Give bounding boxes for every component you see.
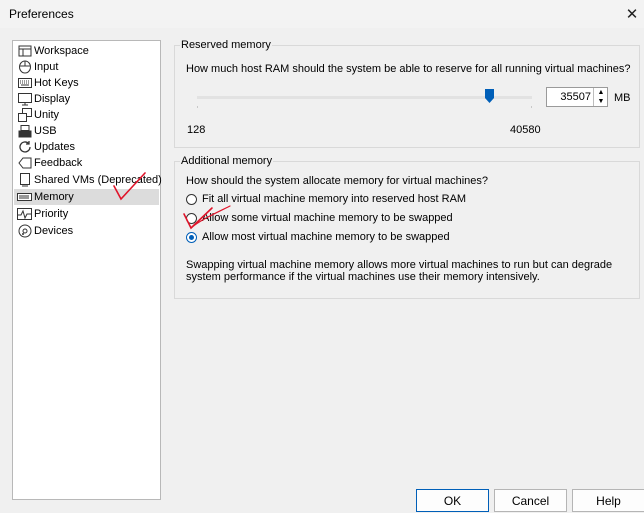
window-title: Preferences (9, 7, 74, 21)
mouse-icon (17, 60, 32, 74)
unity-icon (17, 108, 32, 122)
keyboard-icon (17, 76, 32, 90)
shared-vm-icon (17, 173, 32, 187)
reserved-memory-spinbox[interactable]: 35507 ▲ ▼ (546, 87, 608, 107)
radio-some-swapped-label[interactable]: Allow some virtual machine memory to be … (202, 212, 453, 224)
spin-up-icon[interactable]: ▲ (594, 88, 608, 97)
reserved-memory-slider[interactable] (197, 96, 532, 99)
sidebar-item-workspace[interactable]: Workspace (17, 43, 89, 59)
sidebar-item-display[interactable]: Display (17, 91, 70, 107)
sidebar-item-memory[interactable]: Memory (14, 189, 159, 205)
sidebar-item-shared-vms[interactable]: Shared VMs (Deprecated) (17, 172, 162, 188)
sidebar-item-label: Hot Keys (34, 77, 79, 89)
sidebar-item-usb[interactable]: USB (17, 123, 57, 139)
slider-max-label: 40580 (510, 124, 541, 136)
category-list[interactable]: Workspace Input Hot Keys Display Unity U… (12, 40, 162, 500)
sidebar-item-feedback[interactable]: Feedback (17, 155, 82, 171)
sidebar-item-label: Display (34, 93, 71, 105)
sidebar-item-input[interactable]: Input (17, 59, 58, 75)
sidebar-item-unity[interactable]: Unity (17, 107, 59, 123)
sidebar-item-hot-keys[interactable]: Hot Keys (17, 75, 79, 91)
monitor-icon (17, 92, 32, 106)
radio-some-swapped[interactable] (186, 213, 197, 224)
workspace-icon (17, 44, 32, 58)
sidebar-item-label: Priority (34, 208, 69, 220)
cancel-button[interactable]: Cancel (494, 489, 567, 512)
sidebar-item-label: Memory (34, 191, 74, 203)
reserved-memory-value[interactable]: 35507 (549, 91, 591, 103)
sidebar-item-label: Devices (34, 225, 74, 237)
ok-button[interactable]: OK (416, 489, 489, 512)
radio-most-swapped[interactable] (186, 232, 197, 243)
slider-tick (197, 106, 198, 108)
spin-down-icon[interactable]: ▼ (594, 97, 608, 106)
devices-icon (17, 224, 32, 238)
spin-buttons: ▲ ▼ (593, 88, 608, 106)
slider-thumb[interactable] (484, 89, 494, 103)
help-button[interactable]: Help (572, 489, 644, 512)
usb-icon (17, 124, 32, 138)
sidebar-item-updates[interactable]: Updates (17, 139, 75, 155)
close-icon[interactable]: ✕ (622, 4, 642, 24)
additional-memory-title: Additional memory (180, 155, 274, 167)
sidebar-item-label: Feedback (34, 157, 83, 169)
radio-fit-reserved[interactable] (186, 194, 197, 205)
sidebar-item-label: Workspace (34, 45, 89, 57)
feedback-icon (17, 156, 32, 170)
sidebar-item-label: Input (34, 61, 59, 73)
slider-fill (197, 96, 490, 99)
title-bar: Preferences ✕ (0, 0, 644, 28)
swap-note-line1: Swapping virtual machine memory allows m… (186, 259, 613, 271)
radio-most-swapped-label[interactable]: Allow most virtual machine memory to be … (202, 231, 450, 243)
memory-unit: MB (614, 92, 631, 104)
priority-icon (17, 207, 32, 221)
reserved-memory-question: How much host RAM should the system be a… (186, 63, 631, 75)
sidebar-item-priority[interactable]: Priority (17, 206, 68, 222)
refresh-icon (17, 140, 32, 154)
sidebar-item-label: Shared VMs (Deprecated) (34, 174, 162, 186)
sidebar-item-devices[interactable]: Devices (17, 223, 73, 239)
radio-fit-reserved-label[interactable]: Fit all virtual machine memory into rese… (202, 193, 466, 205)
additional-memory-question: How should the system allocate memory fo… (186, 175, 489, 187)
memory-icon (17, 190, 32, 204)
slider-min-label: 128 (187, 124, 206, 136)
slider-tick (531, 106, 532, 108)
sidebar-item-label: Updates (34, 141, 75, 153)
reserved-memory-title: Reserved memory (180, 39, 272, 51)
swap-note-line2: system performance if the virtual machin… (186, 271, 540, 283)
sidebar-item-label: USB (34, 125, 57, 137)
sidebar-item-label: Unity (34, 109, 60, 121)
